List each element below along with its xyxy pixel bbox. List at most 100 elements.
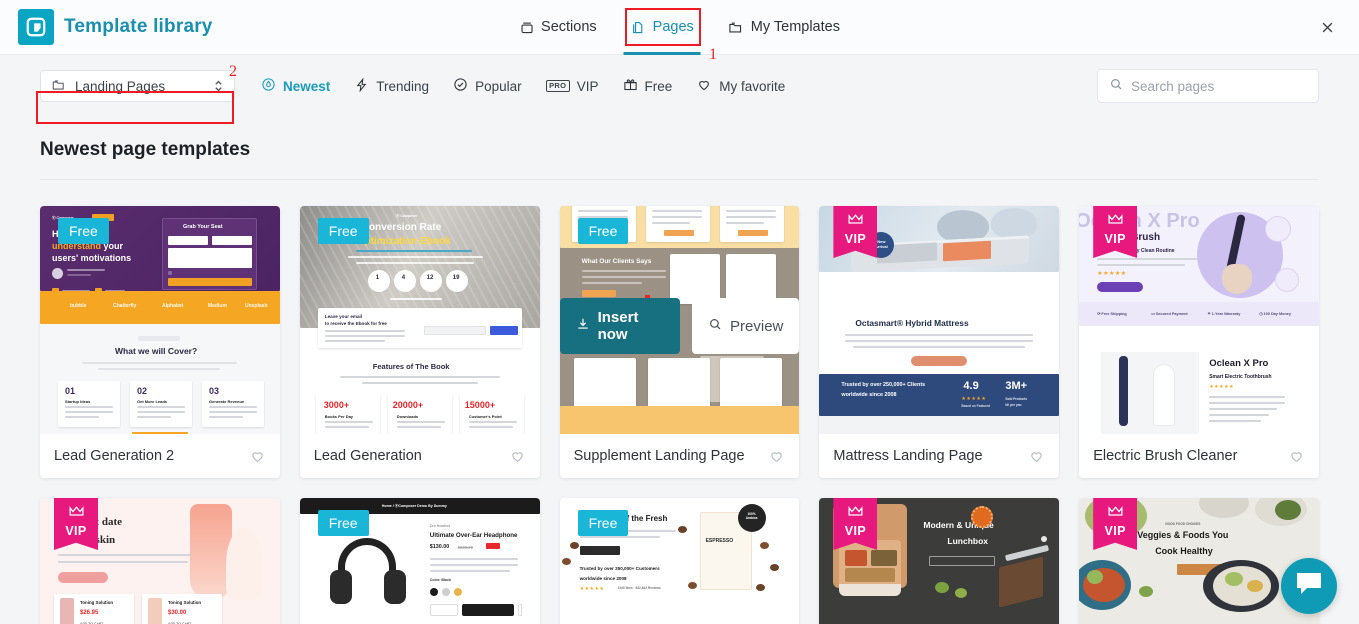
search-icon xyxy=(708,317,722,335)
flame-icon xyxy=(261,77,276,95)
filter-list: Newest Trending Popular PRO VIP Free My … xyxy=(261,77,785,96)
template-library-logo-icon xyxy=(18,9,54,45)
filter-free-label: Free xyxy=(644,78,673,94)
filter-vip[interactable]: PRO VIP xyxy=(545,79,599,94)
badge-free: Free xyxy=(317,510,369,536)
badge-vip-label: VIP xyxy=(1104,232,1126,246)
filter-my-favorite-label: My favorite xyxy=(719,78,786,94)
template-card[interactable]: Home / ⓔComposer Demo By Dummy Zen Heads… xyxy=(299,498,540,624)
badge-vip: VIP xyxy=(833,498,878,550)
folder-icon xyxy=(51,78,66,95)
crown-icon xyxy=(68,505,85,523)
tab-my-templates[interactable]: My Templates xyxy=(724,0,844,55)
template-thumbnail[interactable]: Oclean X Pro Brush ur Daily Clean Routin… xyxy=(1079,206,1319,434)
badge-vip: VIP xyxy=(1093,498,1138,550)
favorite-heart-icon[interactable] xyxy=(509,448,526,464)
template-name: Supplement Landing Page xyxy=(573,448,745,464)
badge-vip: VIP xyxy=(1093,206,1138,258)
template-thumbnail[interactable]: ⓔ Composer Conversion Rate Optimization … xyxy=(299,206,540,434)
badge-vip: VIP xyxy=(54,498,98,550)
template-card[interactable]: Modern & Unique Lunchbox VIP xyxy=(819,498,1060,624)
favorite-heart-icon[interactable] xyxy=(249,448,266,464)
template-thumbnail[interactable]: of the Fresh Trusted by over 250,000+ Cu… xyxy=(559,498,800,624)
tab-pages-label: Pages xyxy=(652,19,694,35)
template-thumbnail[interactable]: Home / ⓔComposer Demo By Dummy Zen Heads… xyxy=(299,498,540,624)
template-thumbnail[interactable]: New Arrival Octasmart® Hybrid Mattress Tr… xyxy=(819,206,1060,434)
preview-button[interactable]: Preview xyxy=(692,298,800,354)
template-card-hovered[interactable]: What Our Clients Says Free Insert now Pr… xyxy=(559,206,800,478)
chat-bubble-icon xyxy=(1294,571,1324,602)
brand: Template library xyxy=(0,9,213,45)
folder-icon xyxy=(728,20,744,35)
filter-newest[interactable]: Newest xyxy=(261,77,330,95)
template-card-footer: Lead Generation 2 xyxy=(40,434,280,478)
tab-pages[interactable]: Pages xyxy=(623,0,701,55)
template-thumbnail[interactable]: fect date ur skin Toning Solution $26.95… xyxy=(40,498,280,624)
heart-icon xyxy=(696,77,712,95)
template-card[interactable]: of the Fresh Trusted by over 250,000+ Cu… xyxy=(559,498,800,624)
close-icon[interactable] xyxy=(1313,13,1341,41)
filter-free[interactable]: Free xyxy=(623,77,673,95)
badge-vip-label: VIP xyxy=(844,524,867,538)
search-input[interactable] xyxy=(1131,78,1307,94)
tab-my-templates-label: My Templates xyxy=(750,19,840,35)
template-card[interactable]: ⓔ Composer Conversion Rate Optimization … xyxy=(299,206,540,478)
card-hover-actions: Insert now Preview xyxy=(559,298,800,354)
tab-bar: Sections Pages My Templates xyxy=(515,0,844,55)
tab-sections[interactable]: Sections xyxy=(515,0,601,55)
check-circle-icon xyxy=(453,77,468,95)
page-title: Newest page templates xyxy=(40,139,251,160)
template-card[interactable]: ⓔ Composer How to reallyunderstand youru… xyxy=(40,206,280,478)
template-library-modal: Template library Sections Pages My Templ… xyxy=(0,0,1359,624)
pro-badge-icon: PRO xyxy=(545,80,570,92)
brand-title: Template library xyxy=(64,16,213,37)
template-thumbnail[interactable]: ⓔ Composer How to reallyunderstand youru… xyxy=(40,206,280,434)
template-thumbnail[interactable]: What Our Clients Says Free Insert now Pr… xyxy=(559,206,800,434)
badge-vip-label: VIP xyxy=(1104,524,1126,538)
crown-icon xyxy=(1107,505,1124,523)
chat-widget-button[interactable] xyxy=(1281,558,1337,614)
filter-my-favorite[interactable]: My favorite xyxy=(696,77,785,95)
gift-icon xyxy=(623,77,638,95)
template-name: Lead Generation xyxy=(313,448,422,464)
sections-icon xyxy=(519,20,534,35)
filter-trending-label: Trending xyxy=(376,78,430,94)
tab-sections-label: Sections xyxy=(541,19,597,35)
crown-icon xyxy=(847,505,864,523)
favorite-heart-icon[interactable] xyxy=(768,448,785,464)
annotation-label-1: 1 xyxy=(709,46,717,63)
filter-bar: Landing Pages Newest Trending Popular PR… xyxy=(0,55,1359,117)
template-card-footer: Electric Brush Cleaner xyxy=(1079,434,1319,478)
filter-popular[interactable]: Popular xyxy=(453,77,522,95)
filter-popular-label: Popular xyxy=(475,78,522,94)
template-card[interactable]: GOOD FOOD CHOICES Veggies & Foods You Co… xyxy=(1079,498,1319,624)
filter-newest-label: Newest xyxy=(283,78,331,94)
filter-trending[interactable]: Trending xyxy=(354,77,429,96)
template-name: Electric Brush Cleaner xyxy=(1093,448,1238,464)
favorite-heart-icon[interactable] xyxy=(1028,448,1045,464)
favorite-heart-icon[interactable] xyxy=(1288,448,1305,464)
modal-header: Template library Sections Pages My Templ… xyxy=(0,0,1359,55)
template-card[interactable]: New Arrival Octasmart® Hybrid Mattress Tr… xyxy=(819,206,1060,478)
template-card-footer: Mattress Landing Page xyxy=(819,434,1060,478)
template-name: Mattress Landing Page xyxy=(833,448,983,464)
lightning-icon xyxy=(354,77,369,96)
insert-now-button[interactable]: Insert now xyxy=(559,298,681,354)
search-icon xyxy=(1109,77,1123,96)
insert-now-label: Insert now xyxy=(597,309,639,343)
search-box[interactable] xyxy=(1097,69,1319,103)
template-thumbnail[interactable]: GOOD FOOD CHOICES Veggies & Foods You Co… xyxy=(1079,498,1319,624)
template-name: Lead Generation 2 xyxy=(54,448,175,464)
pages-icon xyxy=(631,20,646,35)
badge-vip-label: VIP xyxy=(65,524,87,538)
category-select[interactable]: Landing Pages xyxy=(40,70,235,102)
template-card-footer: Lead Generation xyxy=(299,434,540,478)
content-area: Newest page templates ⓔ Composer How to … xyxy=(0,117,1359,624)
crown-icon xyxy=(1107,213,1124,231)
category-select-value: Landing Pages xyxy=(75,78,166,94)
template-card[interactable]: fect date ur skin Toning Solution $26.95… xyxy=(40,498,280,624)
badge-free: Free xyxy=(577,510,629,536)
template-card[interactable]: Oclean X Pro Brush ur Daily Clean Routin… xyxy=(1079,206,1319,478)
template-thumbnail[interactable]: Modern & Unique Lunchbox VIP xyxy=(819,498,1060,624)
badge-vip: VIP xyxy=(833,206,878,258)
